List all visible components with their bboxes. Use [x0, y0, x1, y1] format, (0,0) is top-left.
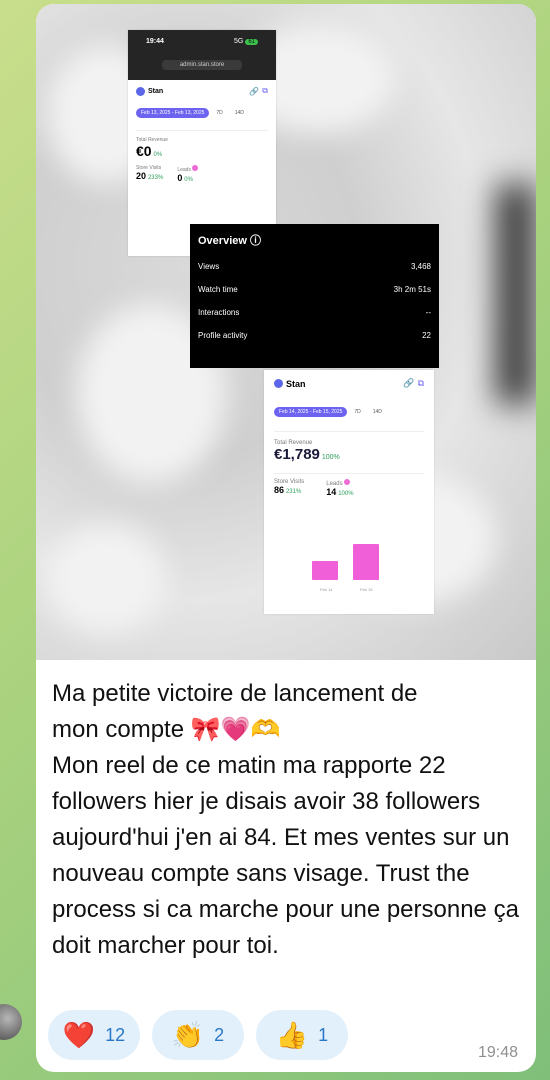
visits-value: 20 — [136, 171, 147, 181]
leads-dot-icon — [192, 165, 199, 171]
row-label: Watch time — [198, 285, 238, 294]
heart-icon: ❤️ — [62, 1020, 96, 1050]
leads-dot-icon — [344, 479, 351, 485]
tab-14d: 14D — [234, 110, 244, 116]
visits-value: 86 — [274, 485, 285, 495]
row-label: Profile activity — [198, 331, 248, 340]
row-value: 3,468 — [410, 262, 431, 271]
chart-bar-2 — [353, 544, 379, 580]
chart-label-1: Feb 14 — [320, 587, 333, 592]
row-value: 22 — [422, 331, 431, 340]
phone-time: 19:44 — [146, 38, 164, 45]
reaction-count: 1 — [318, 1024, 329, 1045]
overview-row: Views 3,468 — [198, 262, 431, 271]
message-line-1: Ma petite victoire de lancement de — [52, 680, 418, 707]
message-line-2: mon compte 🎀💗🫶 — [52, 716, 281, 743]
leads-change: 100% — [338, 491, 354, 497]
revenue-change: 0% — [153, 152, 163, 158]
clap-icon: 👏 — [171, 1020, 205, 1050]
message-bubble: 19:44 5G 61 admin.stan.store Stan 🔗 ⧉ Fe… — [36, 4, 536, 1072]
message-text: Ma petite victoire de lancement de mon c… — [52, 676, 522, 964]
reaction-thumbs-up[interactable]: 👍 1 — [256, 1010, 348, 1060]
stan-stats-card-old: 19:44 5G 61 admin.stan.store Stan 🔗 ⧉ Fe… — [128, 30, 276, 256]
battery-icon: 61 — [245, 39, 258, 45]
chart-bar-1 — [312, 561, 338, 580]
copy-icon: ⧉ — [262, 86, 268, 95]
reactions-bar: ❤️ 12 👏 2 👍 1 — [48, 1010, 348, 1060]
screenshot-media[interactable]: 19:44 5G 61 admin.stan.store Stan 🔗 ⧉ Fe… — [36, 4, 536, 660]
row-value: 3h 2m 51s — [393, 285, 431, 294]
overview-row: Interactions -- — [198, 308, 431, 317]
reaction-heart[interactable]: ❤️ 12 — [48, 1010, 140, 1060]
message-body: Mon reel de ce matin ma rapporte 22 foll… — [52, 752, 519, 959]
leads-value: 0 — [177, 173, 183, 183]
url-bar: admin.stan.store — [162, 60, 242, 70]
brand-name: Stan — [148, 87, 164, 95]
reaction-count: 12 — [105, 1024, 126, 1045]
copy-icon: ⧉ — [417, 378, 424, 388]
overview-row: Watch time 3h 2m 51s — [198, 285, 431, 294]
message-timestamp: 19:48 — [477, 1044, 518, 1061]
phone-status-bar: 19:44 5G 61 admin.stan.store — [128, 30, 276, 80]
visits-change: 233% — [147, 175, 164, 181]
signal-indicator: 5G 61 — [234, 38, 258, 45]
stan-logo-icon — [274, 379, 283, 388]
revenue-value: €1,789 — [274, 446, 320, 463]
stan-logo-icon — [136, 86, 145, 96]
date-range-pill: Feb 14, 2025 - Feb 15, 2025 — [274, 407, 348, 417]
brand-row: Stan 🔗 ⧉ — [136, 86, 268, 96]
stan-stats-card-new: Stan 🔗 ⧉ Feb 14, 2025 - Feb 15, 2025 7D … — [264, 370, 434, 614]
reaction-clap[interactable]: 👏 2 — [152, 1010, 244, 1060]
leads-change: 0% — [184, 177, 193, 183]
thumbs-up-icon: 👍 — [275, 1020, 309, 1050]
overview-title: Overview — [198, 235, 247, 247]
date-range-pill: Feb 13, 2025 - Feb 13, 2025 — [136, 108, 210, 118]
tab-7d: 7D — [216, 110, 223, 116]
overview-row: Profile activity 22 — [198, 331, 431, 340]
chart-label-2: Feb 15 — [360, 587, 373, 592]
tab-7d: 7D — [354, 409, 361, 415]
info-icon: ⓘ — [249, 235, 261, 247]
leads-value: 14 — [326, 487, 337, 497]
instagram-overview-panel: Overview ⓘ Views 3,468 Watch time 3h 2m 51… — [190, 224, 439, 368]
brand-name: Stan — [286, 378, 306, 389]
sender-avatar[interactable] — [0, 1004, 22, 1040]
row-label: Interactions — [198, 308, 240, 317]
link-icon: 🔗 — [403, 378, 415, 388]
visits-change: 231% — [285, 489, 302, 495]
revenue-value: €0 — [136, 143, 152, 159]
row-value: -- — [425, 308, 431, 317]
brand-row: Stan 🔗 ⧉ — [274, 378, 424, 389]
signal-label: 5G — [234, 38, 244, 45]
row-label: Views — [198, 262, 220, 271]
reaction-count: 2 — [214, 1024, 225, 1045]
tab-14d: 14D — [372, 409, 382, 415]
link-icon: 🔗 — [249, 86, 260, 96]
revenue-change: 100% — [321, 454, 340, 461]
